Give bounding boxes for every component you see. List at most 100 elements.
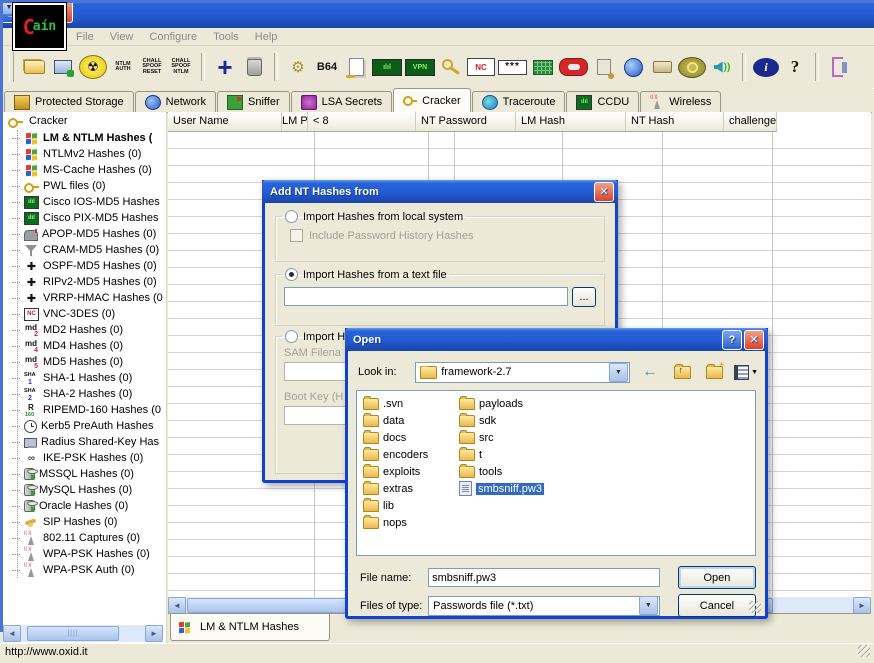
- up-one-level-button[interactable]: [670, 361, 694, 383]
- column-header[interactable]: NT Password: [416, 112, 516, 132]
- tree-item[interactable]: VNC-3DES (0): [3, 306, 166, 322]
- file-list-item[interactable]: data: [359, 412, 455, 429]
- tree-item[interactable]: MS-Cache Hashes (0): [3, 162, 166, 178]
- open-file-icon[interactable]: [21, 51, 47, 83]
- menu-item[interactable]: Configure: [142, 30, 204, 44]
- file-list-item[interactable]: extras: [359, 480, 455, 497]
- titlebar[interactable]: ▼ _ □ ✕: [0, 0, 874, 28]
- file-list-item[interactable]: nops: [359, 514, 455, 531]
- tree-item[interactable]: VRRP-HMAC Hashes (0: [3, 290, 166, 306]
- chall-spoof-ntlm-icon[interactable]: CHALL SPOOF NTLM: [168, 51, 194, 83]
- certificate-collector-icon[interactable]: [591, 51, 617, 83]
- tree-item[interactable]: CRAM-MD5 Hashes (0): [3, 242, 166, 258]
- exit-icon[interactable]: [826, 51, 852, 83]
- toolbar-separator[interactable]: [815, 53, 819, 81]
- network-enumerator-icon[interactable]: [620, 51, 646, 83]
- tree-item[interactable]: SIP Hashes (0): [3, 514, 166, 530]
- base64-password-decoder-icon[interactable]: B64: [314, 51, 340, 83]
- key-search-icon[interactable]: [678, 57, 706, 78]
- tree-item[interactable]: Oracle Hashes (0): [3, 498, 166, 514]
- menu-item[interactable]: File: [69, 30, 101, 44]
- column-header[interactable]: LM Hash: [516, 112, 626, 132]
- toolbar-separator[interactable]: [274, 53, 278, 81]
- tree-root-cracker[interactable]: Cracker: [3, 112, 166, 130]
- cancel-button[interactable]: Cancel: [678, 594, 756, 617]
- file-list-item[interactable]: tools: [455, 463, 551, 480]
- radio-import-sam[interactable]: [285, 330, 298, 343]
- remove-icon[interactable]: [241, 51, 267, 83]
- tree-item[interactable]: Radius Shared-Key Has: [3, 434, 166, 450]
- tree-item[interactable]: OSPF-MD5 Hashes (0): [3, 258, 166, 274]
- dialog-resize-grip[interactable]: [749, 601, 761, 613]
- file-list-item[interactable]: smbsniff.pw3: [455, 480, 551, 497]
- column-header[interactable]: LM Password: [282, 112, 308, 132]
- chevron-down-icon[interactable]: ▼: [609, 363, 628, 382]
- add-dialog-titlebar[interactable]: Add NT Hashes from ✕: [262, 180, 618, 203]
- toolbar-separator[interactable]: [201, 53, 205, 81]
- tree-item[interactable]: PWL files (0): [3, 178, 166, 194]
- scroll-right-icon[interactable]: ►: [145, 625, 163, 642]
- radio-import-local[interactable]: [285, 210, 298, 223]
- file-list-item[interactable]: docs: [359, 429, 455, 446]
- tab[interactable]: Protected Storage: [4, 91, 134, 112]
- resize-grip[interactable]: [858, 645, 870, 657]
- column-header[interactable]: NT Hash: [626, 112, 724, 132]
- save-session-icon[interactable]: [50, 51, 76, 83]
- tab[interactable]: Wireless: [640, 91, 721, 112]
- rainbow-table-icon[interactable]: ılıl: [372, 59, 402, 76]
- open-button[interactable]: Open: [678, 566, 756, 589]
- ntlm-auth-icon[interactable]: NTLM AUTH: [110, 51, 136, 83]
- browse-button[interactable]: ...: [572, 287, 596, 307]
- sidebar-scroll-track[interactable]: ||||: [21, 626, 145, 641]
- tree-item[interactable]: 802.11 Captures (0): [3, 530, 166, 546]
- toolbar-separator[interactable]: [742, 53, 746, 81]
- column-header[interactable]: challenge: [724, 112, 777, 132]
- calculator-icon[interactable]: [530, 51, 556, 83]
- file-name-input[interactable]: [428, 568, 660, 587]
- wireless-zero-keys-icon[interactable]: [438, 51, 464, 83]
- tree-item[interactable]: SHA-1 Hashes (0): [3, 370, 166, 386]
- tree-item[interactable]: Kerb5 PreAuth Hashes: [3, 418, 166, 434]
- menu-item[interactable]: Help: [248, 30, 285, 44]
- sidebar-hscrollbar[interactable]: ◄ |||| ►: [3, 625, 163, 642]
- look-in-combobox[interactable]: framework-2.7 ▼: [415, 362, 630, 383]
- modem-icon[interactable]: [649, 51, 675, 83]
- file-list-item[interactable]: encoders: [359, 446, 455, 463]
- tree-item[interactable]: MD4 Hashes (0): [3, 338, 166, 354]
- tab[interactable]: Traceroute: [472, 91, 566, 112]
- scroll-left-icon[interactable]: ◄: [3, 625, 21, 642]
- tab[interactable]: Network: [135, 91, 216, 112]
- close-icon[interactable]: ✕: [594, 182, 614, 202]
- file-list-item[interactable]: payloads: [455, 395, 551, 412]
- tab[interactable]: Sniffer: [217, 91, 290, 112]
- open-dialog-titlebar[interactable]: Open ? ✕: [345, 328, 768, 351]
- chevron-down-icon[interactable]: ▼: [639, 596, 658, 615]
- tree-item[interactable]: MSSQL Hashes (0): [3, 466, 166, 482]
- tree-item[interactable]: LM & NTLM Hashes (: [3, 130, 166, 146]
- tree-item[interactable]: RIPv2-MD5 Hashes (0): [3, 274, 166, 290]
- help-icon[interactable]: ?: [722, 330, 742, 350]
- bottom-tab-lm-ntlm[interactable]: LM & NTLM Hashes: [170, 614, 330, 641]
- sidebar-scroll-thumb[interactable]: ||||: [27, 626, 119, 641]
- chall-spoof-reset-icon[interactable]: CHALL SPOOF RESET: [139, 51, 165, 83]
- file-list-item[interactable]: exploits: [359, 463, 455, 480]
- file-list-item[interactable]: .svn: [359, 395, 455, 412]
- new-folder-button[interactable]: [702, 361, 726, 383]
- tree-item[interactable]: SHA-2 Hashes (0): [3, 386, 166, 402]
- tab[interactable]: LSA Secrets: [291, 91, 393, 112]
- textfile-path-input[interactable]: [284, 287, 568, 306]
- tree-item[interactable]: IKE-PSK Hashes (0): [3, 450, 166, 466]
- remote-connection-icon[interactable]: [709, 51, 735, 83]
- file-list-item[interactable]: lib: [359, 497, 455, 514]
- menu-item[interactable]: Tools: [206, 30, 246, 44]
- tree-item[interactable]: WPA-PSK Auth (0): [3, 562, 166, 578]
- tree-item[interactable]: RIPEMD-160 Hashes (0: [3, 402, 166, 418]
- tree-item[interactable]: MySQL Hashes (0): [3, 482, 166, 498]
- scroll-right-icon[interactable]: ►: [853, 597, 871, 614]
- add-to-list-icon[interactable]: +: [212, 51, 238, 83]
- column-header[interactable]: User Name: [168, 112, 282, 132]
- files-of-type-combobox[interactable]: Passwords file (*.txt) ▼: [428, 596, 660, 616]
- configure-icon[interactable]: ⚙: [285, 51, 311, 83]
- tab[interactable]: Cracker: [393, 88, 471, 113]
- cisco-vpn-decoder-icon[interactable]: VPN: [405, 59, 435, 76]
